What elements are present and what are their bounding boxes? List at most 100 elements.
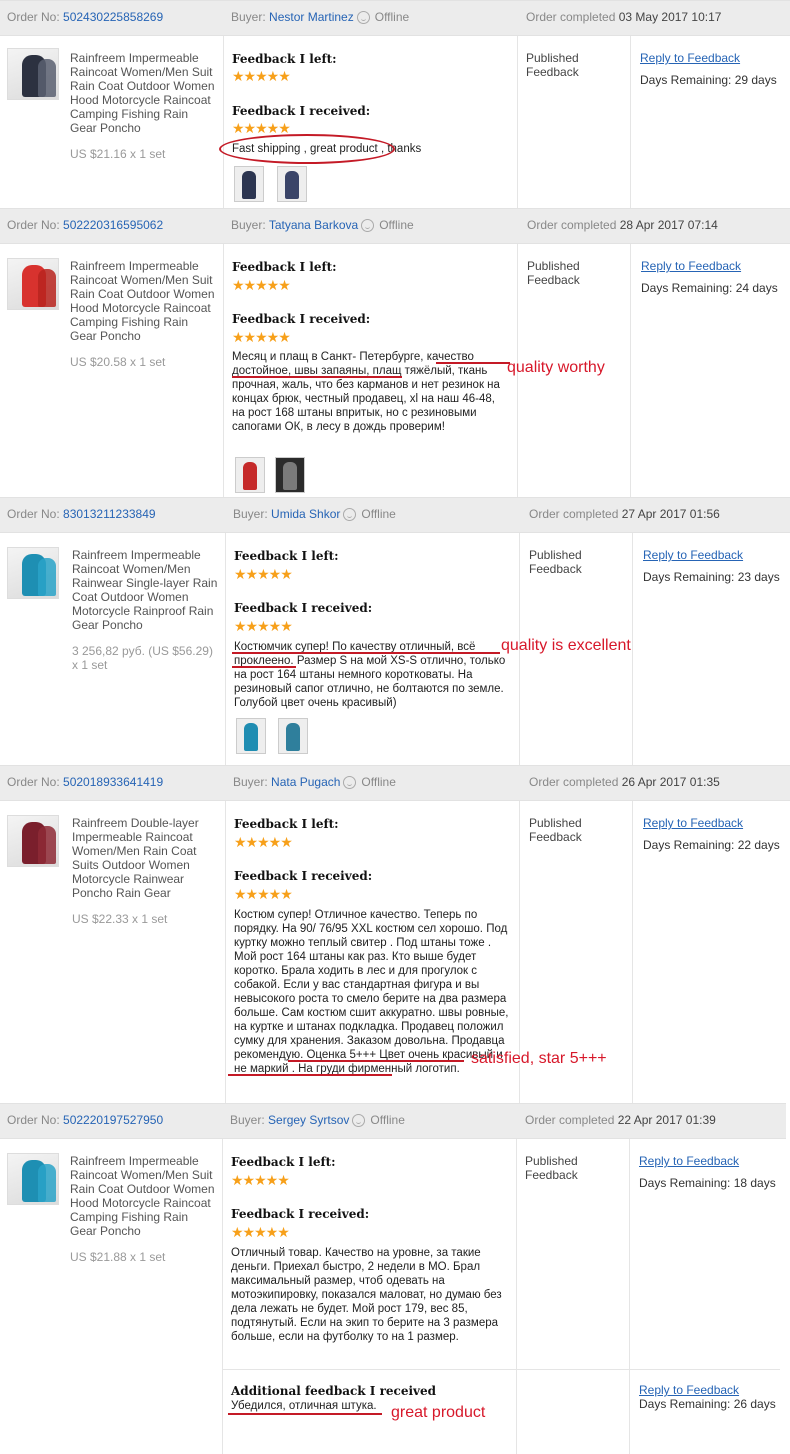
- product-thumbnail[interactable]: [7, 258, 59, 310]
- buyer-name-link[interactable]: Nata Pugach: [271, 775, 340, 789]
- buyer-name-link[interactable]: Tatyana Barkova: [269, 218, 358, 232]
- buyer-photo[interactable]: [278, 718, 308, 754]
- offline-status-icon: [352, 1114, 366, 1127]
- order-header: Order No: 502018933641419 Buyer: Nata Pu…: [0, 765, 790, 801]
- buyer-label: Buyer:: [230, 1113, 265, 1127]
- order-completed-date: 03 May 2017 10:17: [618, 10, 722, 24]
- order-number-link[interactable]: 502220316595062: [63, 218, 163, 232]
- buyer-label: Buyer:: [231, 218, 266, 232]
- highlight-underline: [232, 666, 296, 668]
- product-thumbnail[interactable]: [7, 48, 59, 100]
- order-body: Rainfreem Double-layer Impermeable Rainc…: [0, 801, 790, 1104]
- buyer-name-link[interactable]: Nestor Martinez: [269, 10, 354, 24]
- order-no-label: Order No:: [7, 507, 60, 521]
- feedback-received-text: Костюм супер! Отличное качество. Теперь …: [234, 909, 509, 1075]
- order-completed-label: Order completed: [529, 775, 619, 789]
- divider: [222, 1369, 780, 1370]
- feedback-left-title: Feedback I left:: [234, 817, 339, 831]
- buyer-photo[interactable]: [275, 457, 305, 493]
- product-thumbnail[interactable]: [7, 1153, 59, 1205]
- product-title[interactable]: Rainfreem Double-layer Impermeable Rainc…: [72, 816, 218, 900]
- reply-to-feedback-link[interactable]: Reply to Feedback: [643, 548, 743, 562]
- feedback-received-stars: ★★★★★: [234, 618, 293, 634]
- feedback-left-title: Feedback I left:: [232, 260, 337, 274]
- feedback-received-stars: ★★★★★: [231, 1224, 290, 1240]
- order-completed-date: 27 Apr 2017 01:56: [621, 507, 720, 521]
- order-completed-date: 28 Apr 2017 07:14: [619, 218, 718, 232]
- published-feedback-status: Published Feedback: [525, 1154, 578, 1182]
- order-number-link[interactable]: 502220197527950: [63, 1113, 163, 1127]
- feedback-received-title: Feedback I received:: [232, 104, 371, 118]
- order-header: Order No: 502220197527950 Buyer: Sergey …: [0, 1103, 786, 1139]
- feedback-left-title: Feedback I left:: [232, 52, 337, 66]
- reply-to-feedback-link[interactable]: Reply to Feedback: [641, 259, 741, 273]
- product-thumbnail[interactable]: [7, 815, 59, 867]
- buyer-photo[interactable]: [235, 457, 265, 493]
- days-remaining: Days Remaining: 18 days: [639, 1176, 776, 1190]
- highlight-ellipse: [219, 134, 395, 164]
- product-title[interactable]: Rainfreem Impermeable Raincoat Women/Men…: [70, 1154, 216, 1238]
- buyer-label: Buyer:: [233, 507, 268, 521]
- buyer-photo[interactable]: [234, 166, 264, 202]
- offline-status-icon: [343, 508, 357, 521]
- feedback-received-title: Feedback I received:: [234, 869, 373, 883]
- order-header: Order No: 502220316595062 Buyer: Tatyana…: [0, 208, 790, 244]
- order-completed-date: 22 Apr 2017 01:39: [617, 1113, 716, 1127]
- feedback-received-title: Feedback I received:: [234, 601, 373, 615]
- buyer-name-link[interactable]: Umida Shkor: [271, 507, 340, 521]
- product-title[interactable]: Rainfreem Impermeable Raincoat Women/Men…: [70, 259, 216, 343]
- highlight-underline: [232, 376, 402, 378]
- annotation-label: quality worthy: [507, 359, 605, 376]
- days-remaining: Days Remaining: 23 days: [643, 570, 780, 584]
- feedback-received-stars: ★★★★★: [232, 120, 291, 136]
- product-price: US $21.88 x 1 set: [70, 1250, 166, 1264]
- reply-to-feedback-link[interactable]: Reply to Feedback: [643, 816, 743, 830]
- order-completed-label: Order completed: [529, 507, 619, 521]
- offline-status-icon: [343, 776, 357, 789]
- order-number-link[interactable]: 502430225858269: [63, 10, 163, 24]
- highlight-underline: [436, 362, 510, 364]
- order-no-label: Order No:: [7, 1113, 60, 1127]
- offline-status: Offline: [361, 507, 396, 521]
- product-price: US $21.16 x 1 set: [70, 147, 166, 161]
- reply-to-feedback-link[interactable]: Reply to Feedback: [639, 1383, 739, 1397]
- order-no-label: Order No:: [7, 10, 60, 24]
- product-title[interactable]: Rainfreem Impermeable Raincoat Women/Men…: [70, 51, 216, 135]
- feedback-left-stars: ★★★★★: [234, 834, 293, 850]
- feedback-left-stars: ★★★★★: [232, 68, 291, 84]
- order-body: Rainfreem Impermeable Raincoat Women/Men…: [0, 36, 790, 211]
- offline-status-icon: [356, 11, 370, 24]
- buyer-photo[interactable]: [236, 718, 266, 754]
- published-feedback-status: Published Feedback: [529, 816, 582, 844]
- buyer-photo[interactable]: [277, 166, 307, 202]
- feedback-received-title: Feedback I received:: [231, 1207, 370, 1221]
- order-body: Rainfreem Impermeable Raincoat Women/Men…: [0, 244, 790, 500]
- highlight-underline: [232, 652, 500, 654]
- highlight-underline: [228, 1074, 392, 1076]
- feedback-left-title: Feedback I left:: [231, 1155, 336, 1169]
- order-body: Rainfreem Impermeable Raincoat Women/Men…: [0, 1139, 790, 1454]
- offline-status: Offline: [361, 775, 396, 789]
- buyer-label: Buyer:: [233, 775, 268, 789]
- product-price: US $20.58 x 1 set: [70, 355, 166, 369]
- offline-status: Offline: [374, 10, 410, 24]
- offline-status-icon: [361, 219, 375, 232]
- days-remaining: Days Remaining: 26 days: [639, 1397, 776, 1411]
- buyer-label: Buyer:: [231, 10, 266, 24]
- product-thumbnail[interactable]: [7, 547, 59, 599]
- reply-to-feedback-link[interactable]: Reply to Feedback: [639, 1154, 739, 1168]
- order-number-link[interactable]: 83013211233849: [63, 507, 156, 521]
- annotation-label: quality is excellent: [501, 637, 631, 654]
- product-title[interactable]: Rainfreem Impermeable Raincoat Women/Men…: [72, 548, 218, 632]
- reply-to-feedback-link[interactable]: Reply to Feedback: [640, 51, 740, 65]
- highlight-underline: [288, 1060, 464, 1062]
- product-price: US $22.33 x 1 set: [72, 912, 168, 926]
- buyer-name-link[interactable]: Sergey Syrtsov: [268, 1113, 349, 1127]
- order-number-link[interactable]: 502018933641419: [63, 775, 163, 789]
- order-header: Order No: 83013211233849 Buyer: Umida Sh…: [0, 497, 790, 533]
- feedback-left-stars: ★★★★★: [234, 566, 293, 582]
- offline-status: Offline: [379, 218, 414, 232]
- days-remaining: Days Remaining: 24 days: [641, 281, 778, 295]
- days-remaining: Days Remaining: 22 days: [643, 838, 780, 852]
- feedback-received-stars: ★★★★★: [232, 329, 291, 345]
